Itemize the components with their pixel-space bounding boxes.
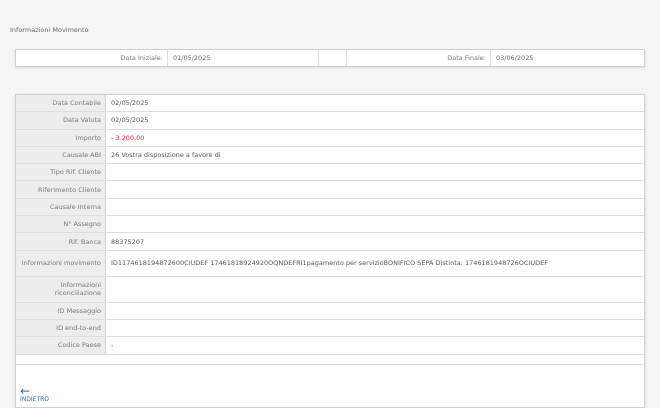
table-row: Informazioni movimento ID1174618194872600… xyxy=(16,250,644,277)
row-label: Riferimento Cliente xyxy=(16,181,106,198)
row-value xyxy=(106,303,111,319)
end-date-label: Data Finale: xyxy=(347,50,491,66)
table-row: Tipo Rif. Cliente xyxy=(16,164,644,182)
movement-details-table: Data Contabile 02/05/2025 Data Valuta 02/05… xyxy=(15,94,645,408)
row-value: 02/05/2025 xyxy=(111,99,149,108)
row-label: ID Messaggio xyxy=(16,302,106,319)
arrow-left-icon: ← xyxy=(20,383,31,398)
row-value: 88375207 xyxy=(111,237,145,246)
row-label: Causale Interna xyxy=(16,198,106,216)
back-label: INDIETRO xyxy=(20,395,49,403)
row-label: Data Valuta xyxy=(16,112,106,129)
table-row: Codice Paese - xyxy=(16,337,644,355)
row-value: 26 Vostra disposizione a favore di xyxy=(111,151,221,160)
page-title: Informazioni Movimento xyxy=(10,26,89,34)
row-value xyxy=(106,199,111,215)
row-label: Informazioni movimento xyxy=(16,250,106,276)
row-label: Rif. Banca xyxy=(16,233,106,250)
row-value xyxy=(106,216,111,232)
table-row: ID end-to-end xyxy=(16,319,644,338)
row-value: ID1174618194872600CIUDEF 17461818924920O… xyxy=(111,259,548,268)
table-row: Riferimento Cliente xyxy=(16,181,644,199)
row-label: Tipo Rif. Cliente xyxy=(16,164,106,181)
row-label: ID end-to-end xyxy=(16,319,106,337)
row-label: Codice Paese xyxy=(16,337,106,354)
row-label: Data Contabile xyxy=(16,95,106,112)
end-date-value[interactable]: 03/06/2025 xyxy=(491,50,644,66)
date-filter-bar: Data Iniziale: 01/05/2025 Data Finale: 0… xyxy=(15,49,645,67)
row-label: N° Assegno xyxy=(16,216,106,233)
row-label: Informazioni riconciliazione xyxy=(16,276,106,302)
table-row: Data Contabile 02/05/2025 xyxy=(16,95,644,113)
actions-panel: ← INDIETRO xyxy=(16,365,644,407)
row-value: - xyxy=(111,341,114,350)
row-value: 02/05/2025 xyxy=(111,116,149,125)
table-row: N° Assegno xyxy=(16,216,644,234)
date-spacer xyxy=(319,50,347,66)
table-row: Informazioni riconciliazione xyxy=(16,276,644,303)
row-label: Importo xyxy=(16,129,106,146)
row-value xyxy=(106,164,111,180)
row-value xyxy=(106,277,111,302)
start-date-label: Data Iniziale: xyxy=(16,50,168,66)
row-value xyxy=(106,320,111,336)
start-date-value[interactable]: 01/05/2025 xyxy=(168,50,319,66)
table-row: Data Valuta 02/05/2025 xyxy=(16,112,644,130)
table-row: Causale ABI 26 Vostra disposizione a favo… xyxy=(16,146,644,165)
back-button[interactable]: ← INDIETRO xyxy=(20,383,49,403)
table-row: Causale Interna xyxy=(16,198,644,217)
empty-row xyxy=(16,355,644,365)
table-row: ID Messaggio xyxy=(16,302,644,320)
row-value: - 3.200,00 xyxy=(111,133,145,142)
row-value xyxy=(106,181,111,197)
row-label: Causale ABI xyxy=(16,146,106,164)
table-row: Rif. Banca 88375207 xyxy=(16,233,644,251)
table-row: Importo - 3.200,00 xyxy=(16,129,644,147)
